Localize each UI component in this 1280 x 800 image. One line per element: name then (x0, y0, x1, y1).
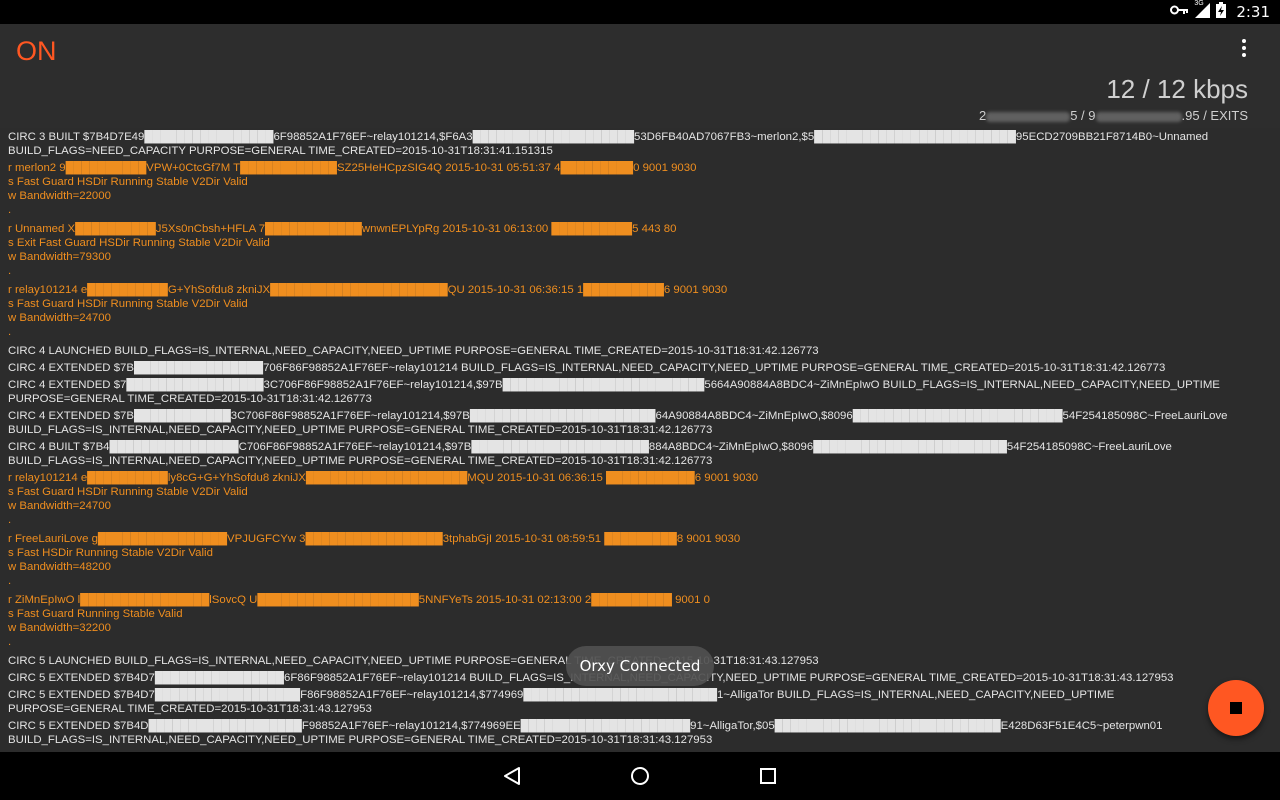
relay-log-entry: r Unnamed X██████████J5Xs0nCbsh+HFLA 7██… (8, 223, 677, 277)
more-vert-icon (1242, 39, 1246, 43)
vpn-key-icon (1170, 3, 1189, 21)
circuit-log-entry: CIRC 3 BUILT $7B4D7E49████████████████6F… (8, 131, 1209, 157)
home-button[interactable] (628, 764, 652, 788)
nodes-mid: 5 / 9 (1070, 108, 1096, 123)
circuit-log-entry: CIRC 4 EXTENDED $7B████████████3C706F86F… (8, 410, 1228, 436)
connection-toast: Orxy Connected (566, 646, 714, 686)
circuit-log-entry: CIRC 4 BUILT $7B4████████████████C706F86… (8, 441, 1172, 467)
circuit-log-entry: CIRC 5 EXTENDED $7B4D███████████████████… (8, 720, 1163, 746)
stop-icon (1230, 702, 1242, 714)
bandwidth-readout: 12 / 12 kbps (1106, 74, 1248, 104)
circuit-log-entry: CIRC 4 LAUNCHED BUILD_FLAGS=IS_INTERNAL,… (8, 345, 819, 357)
redacted-text (1095, 111, 1182, 122)
nodes-prefix: 2 (978, 108, 987, 123)
relay-log-entry: r relay101214 e██████████G+YhSofdu8 zkni… (8, 284, 728, 338)
circuit-log-entry: CIRC 4 EXTENDED $7B████████████████706F8… (8, 362, 1166, 374)
relay-log-entry: r merlon2 9██████████VPW+0CtcGf7M T█████… (8, 162, 697, 216)
stop-button[interactable] (1208, 680, 1264, 736)
relay-log-entry: r ZiMnEpIwO l████████████████lSovcQ U███… (8, 594, 710, 648)
circuit-log-entry: CIRC 5 EXTENDED $7B4D7██████████████████… (8, 689, 1115, 715)
recents-button[interactable] (756, 764, 780, 788)
nodes-suffix: .95 / EXITS (1181, 108, 1248, 123)
circuit-log-entry: CIRC 4 EXTENDED $7█████████████████3C706… (8, 379, 1220, 405)
tor-status-label: ON (16, 36, 57, 66)
system-navigation-bar (0, 752, 1280, 800)
network-type-label: 3G (1194, 0, 1204, 7)
back-icon (504, 767, 520, 785)
back-button[interactable] (500, 764, 524, 788)
home-icon (631, 767, 649, 785)
relay-log-entry: r relay101214 e██████████ly8cG+G+YhSofdu… (8, 472, 759, 526)
recents-icon (760, 768, 776, 784)
system-status-bar: 3G 2:31 (0, 0, 1280, 24)
signal-3g-icon: 3G (1194, 0, 1211, 23)
status-icons: 3G 2:31 (1170, 0, 1270, 23)
relay-log-entry: r FreeLauriLove g████████████████VPJUGFC… (8, 533, 741, 587)
app-header: ON 12 / 12 kbps 2 5 / 9 .95 / EXITS (0, 24, 1280, 128)
overflow-menu-button[interactable] (1232, 36, 1256, 60)
nodes-exits-readout: 2 5 / 9 .95 / EXITS (979, 108, 1248, 123)
battery-charging-icon (1216, 1, 1227, 23)
redacted-text (986, 111, 1071, 122)
clock: 2:31 (1236, 3, 1270, 21)
